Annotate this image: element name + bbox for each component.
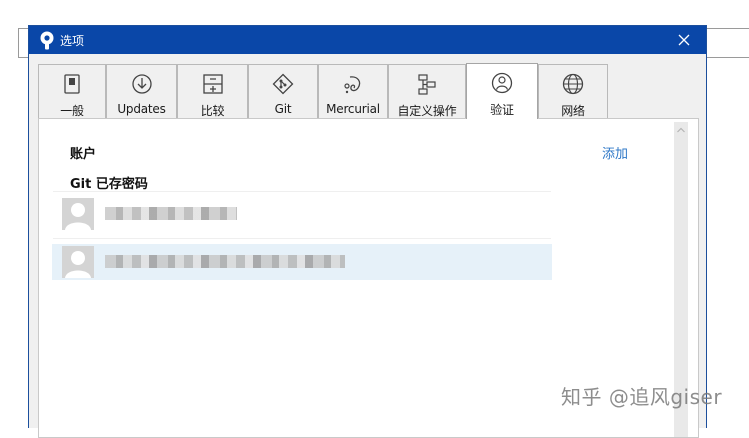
scroll-up-arrow-icon[interactable] <box>677 127 685 133</box>
tab-network[interactable]: 网络 <box>538 64 608 118</box>
divider <box>53 191 551 192</box>
avatar <box>62 198 94 230</box>
switch-icon <box>64 74 80 94</box>
redacted-credential <box>105 207 237 220</box>
user-icon <box>65 251 91 278</box>
divider <box>53 238 551 239</box>
saved-password-row-selected[interactable] <box>52 244 552 280</box>
window-title: 选项 <box>60 34 85 48</box>
globe-icon <box>562 73 584 95</box>
sourcetree-logo-icon <box>40 31 54 50</box>
tab-updates[interactable]: Updates <box>106 64 177 118</box>
close-button[interactable] <box>662 26 706 54</box>
saved-password-row[interactable] <box>52 196 552 232</box>
git-saved-passwords-heading: Git 已存密码 <box>70 177 148 192</box>
user-circle-icon <box>491 72 513 94</box>
watermark: 知乎 @追风giser <box>561 385 723 409</box>
download-circle-icon <box>131 74 152 94</box>
compare-icon <box>202 74 223 94</box>
accounts-heading: 账户 <box>70 147 97 162</box>
tab-compare[interactable]: 比较 <box>177 64 248 118</box>
redacted-credential <box>105 255 345 268</box>
options-dialog: 选项 一般 Updates 比较 Git Mercurial 自定义操作 验证 … <box>28 25 707 438</box>
add-account-link[interactable]: 添加 <box>602 143 628 162</box>
title-bar[interactable]: 选项 <box>29 26 706 54</box>
user-icon <box>65 203 91 230</box>
custom-action-icon <box>418 74 436 95</box>
tab-authentication[interactable]: 验证 <box>466 63 538 119</box>
git-icon <box>272 73 294 95</box>
tab-custom-actions[interactable]: 自定义操作 <box>388 64 466 118</box>
close-icon <box>678 34 690 46</box>
tab-git[interactable]: Git <box>248 64 318 118</box>
tab-mercurial[interactable]: Mercurial <box>318 64 388 118</box>
avatar <box>62 246 94 278</box>
mercurial-icon <box>344 76 361 94</box>
tab-general[interactable]: 一般 <box>38 64 106 118</box>
